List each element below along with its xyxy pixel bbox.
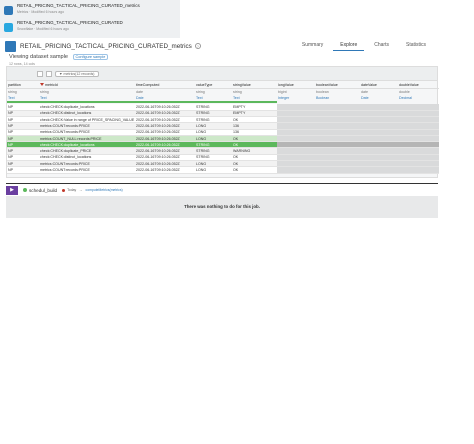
data-table-panel: ▼ metrics(12 records) partition metricId t…	[6, 66, 439, 178]
job-output-link[interactable]: computeMetrics(metrics)	[86, 188, 123, 192]
columns-icon[interactable]	[46, 71, 52, 77]
column-name: doubleValue	[399, 82, 419, 87]
column-name: stringValue	[233, 82, 251, 87]
snowflake-dataset-icon	[4, 23, 13, 32]
table-cell: 2022-06-16T09:10:26.052Z	[135, 166, 195, 174]
column-name: booleanValue	[316, 82, 338, 87]
column-name: timeComputed	[136, 82, 160, 87]
filter-chip[interactable]: ▼ metrics(12 records)	[55, 71, 99, 77]
view-tabs: Summary Explore Charts Statistics	[292, 40, 433, 51]
column-name: longValue	[278, 82, 294, 87]
file-subtitle: Snowflake · Modified 6 hours ago	[17, 27, 69, 31]
column-name: partition	[8, 82, 21, 87]
file-subtitle: Metrics · Modified 6 hours ago	[17, 10, 65, 14]
metrics-dataset-icon	[4, 6, 13, 15]
table-toolbar: ▼ metrics(12 records)	[7, 67, 437, 81]
column-name: valueType	[196, 82, 213, 87]
dataset-header: RETAIL_PRICING_TACTICAL_PRICING_CURATED_…	[5, 40, 435, 52]
help-icon[interactable]: ?	[194, 43, 201, 49]
job-output-panel: There was nothing to do for this job.	[6, 196, 438, 218]
job-name[interactable]: schedul_build	[29, 188, 57, 193]
tab-statistics[interactable]: Statistics	[399, 40, 433, 51]
job-message: There was nothing to do for this job.	[184, 204, 260, 209]
job-bar: ▶ schedul_build Today → computeMetrics(m…	[6, 185, 438, 195]
table-cell: metrics:COUNT:records:PRICE	[39, 166, 135, 174]
panel-divider	[6, 183, 438, 184]
table-cell	[315, 166, 360, 174]
table-cell: NP	[7, 166, 39, 174]
table-cell: OK	[232, 166, 277, 174]
configure-sample-button[interactable]: Configure sample	[72, 54, 109, 60]
column-name: dateValue	[361, 82, 377, 87]
table-row[interactable]: NP metrics:COUNT:records:PRICE 2022-06-16T…	[7, 166, 439, 174]
dataset-icon	[5, 40, 16, 52]
display-toggle-icon[interactable]	[37, 71, 43, 77]
column-name: metricId	[45, 82, 58, 87]
file-item-curated[interactable]: RETAIL_PRICING_TACTICAL_PRICING_CURATED …	[2, 20, 178, 36]
table-cell	[398, 166, 439, 174]
job-meta: Today → computeMetrics(metrics)	[62, 188, 123, 192]
table-cell	[277, 166, 315, 174]
job-status-icon	[23, 188, 27, 192]
tab-explore[interactable]: Explore	[333, 40, 365, 51]
job-time: Today	[67, 188, 77, 192]
recent-files-list: RETAIL_PRICING_TACTICAL_PRICING_CURATED_…	[0, 0, 180, 38]
time-icon	[62, 188, 66, 192]
tab-charts[interactable]: Charts	[367, 40, 396, 51]
table-cell	[360, 166, 398, 174]
job-icon: ▶	[6, 185, 18, 195]
page-title: RETAIL_PRICING_TACTICAL_PRICING_CURATED_…	[20, 42, 192, 50]
file-item-metrics[interactable]: RETAIL_PRICING_TACTICAL_PRICING_CURATED_…	[2, 3, 178, 19]
sort-icon	[40, 83, 44, 87]
tab-summary[interactable]: Summary	[295, 40, 330, 51]
sample-status: Viewing dataset sample Configure sample	[9, 54, 109, 60]
table-cell: LONG	[195, 166, 232, 174]
sample-label: Viewing dataset sample	[9, 54, 68, 60]
data-table: partition metricId timeComputed valueType st…	[7, 82, 439, 174]
